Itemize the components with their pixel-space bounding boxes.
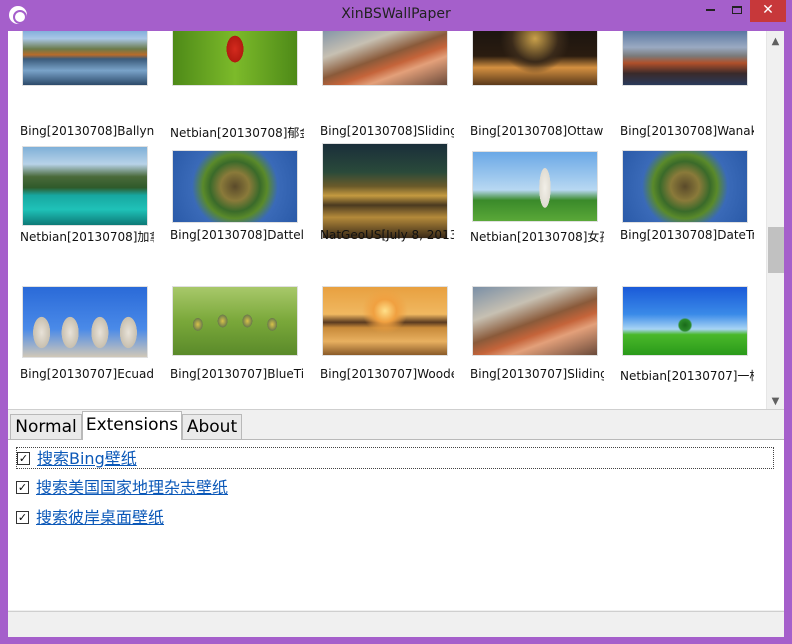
extensions-panel: ✓ 搜索Bing壁纸 ✓ 搜索美国国家地理杂志壁纸 ✓ 搜索彼岸桌面壁纸 xyxy=(8,439,784,610)
wallpaper-thumbnail[interactable]: Bing[20130707]Sliding xyxy=(470,31,620,381)
thumbnail-caption: Netbian[20130708]女孩 xyxy=(470,230,604,244)
tab-extensions[interactable]: Extensions xyxy=(82,411,182,440)
app-window: XinBSWallPaper ✕ Bing[20130708]Ballynal N… xyxy=(0,0,792,644)
thumbnail-caption: Bing[20130707]Sliding xyxy=(470,367,604,381)
minimize-icon xyxy=(705,9,715,11)
status-bar xyxy=(8,611,784,637)
thumbnail-caption: NatGeoUS[July 8, 2013] xyxy=(320,228,454,242)
thumbnail-grid: Bing[20130708]Ballynal Netbian[20130708]郁… xyxy=(8,31,766,409)
search-natgeo-link[interactable]: 搜索美国国家地理杂志壁纸 xyxy=(36,477,228,498)
thumbnail-image[interactable] xyxy=(172,150,298,223)
thumbnail-caption: Bing[20130707]Woode xyxy=(320,367,454,381)
minimize-button[interactable] xyxy=(696,0,724,22)
thumbnail-caption: Bing[20130707]Ecuado xyxy=(20,367,154,381)
close-icon: ✕ xyxy=(762,2,774,18)
thumbnail-caption: Netbian[20130707]一棵 xyxy=(620,369,754,383)
netbian-checkbox[interactable]: ✓ xyxy=(16,511,29,524)
wallpaper-thumbnail[interactable]: Bing[20130707]BlueTit xyxy=(170,31,320,381)
thumbnail-image[interactable] xyxy=(172,286,298,356)
thumbnail-image[interactable] xyxy=(472,151,598,222)
extension-option-bing[interactable]: ✓ 搜索Bing壁纸 xyxy=(16,447,774,469)
search-bing-link[interactable]: 搜索Bing壁纸 xyxy=(37,448,137,469)
thumbnail-image[interactable] xyxy=(622,286,748,356)
tab-normal[interactable]: Normal xyxy=(10,414,82,439)
thumbnail-image[interactable] xyxy=(22,146,148,226)
vertical-scrollbar[interactable]: ▲ ▼ xyxy=(766,31,784,409)
thumbnail-image[interactable] xyxy=(472,286,598,356)
thumbnail-image[interactable] xyxy=(322,143,448,239)
wallpaper-thumbnail[interactable]: Bing[20130707]Ecuado xyxy=(20,31,170,381)
maximize-icon xyxy=(732,6,742,14)
natgeo-checkbox[interactable]: ✓ xyxy=(16,481,29,494)
search-netbian-link[interactable]: 搜索彼岸桌面壁纸 xyxy=(36,507,164,528)
thumbnail-image[interactable] xyxy=(622,150,748,223)
client-area: Bing[20130708]Ballynal Netbian[20130708]郁… xyxy=(8,31,784,637)
title-bar[interactable]: XinBSWallPaper ✕ xyxy=(0,0,792,31)
chevron-up-icon[interactable]: ▲ xyxy=(767,33,784,50)
tab-strip: Normal Extensions About xyxy=(8,411,784,440)
window-title: XinBSWallPaper xyxy=(341,6,451,22)
wallpaper-thumbnail[interactable]: Netbian[20130707]一棵 xyxy=(620,31,770,383)
thumbnail-caption: Bing[20130707]BlueTit xyxy=(170,367,304,381)
wallpaper-gallery: Bing[20130708]Ballynal Netbian[20130708]郁… xyxy=(8,31,784,410)
scrollbar-thumb[interactable] xyxy=(768,227,784,273)
thumbnail-caption: Netbian[20130708]加拿 xyxy=(20,230,154,244)
maximize-button[interactable] xyxy=(724,0,750,22)
thumbnail-image[interactable] xyxy=(322,286,448,356)
bing-checkbox[interactable]: ✓ xyxy=(17,452,30,465)
chevron-down-icon[interactable]: ▼ xyxy=(767,393,784,409)
close-button[interactable]: ✕ xyxy=(750,0,786,22)
tab-about[interactable]: About xyxy=(182,414,242,439)
thumbnail-image[interactable] xyxy=(22,286,148,358)
wallpaper-thumbnail[interactable]: Bing[20130707]Woode xyxy=(320,31,470,381)
thumbnail-caption: Bing[20130708]DateTre xyxy=(620,228,754,242)
thumbnail-caption: Bing[20130708]Dattelp xyxy=(170,228,304,242)
